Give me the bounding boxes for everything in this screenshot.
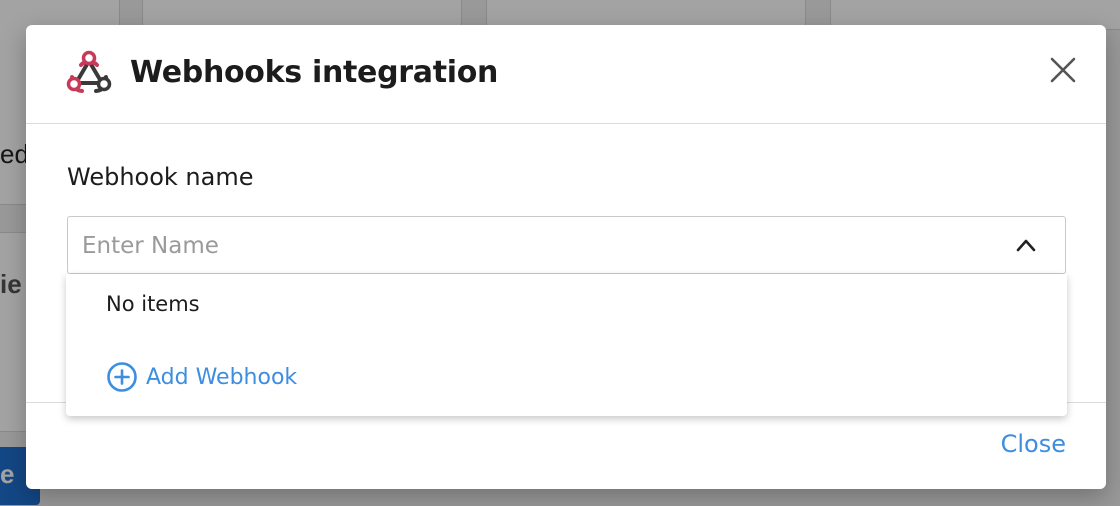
close-icon[interactable] xyxy=(1048,55,1078,85)
add-webhook-label: Add Webhook xyxy=(146,364,298,390)
close-button[interactable]: Close xyxy=(1001,430,1066,458)
webhook-dropdown-menu: No items Add Webhook xyxy=(66,274,1067,416)
empty-state-text: No items xyxy=(106,292,200,316)
webhook-name-input[interactable] xyxy=(82,227,962,265)
modal-title: Webhooks integration xyxy=(130,55,499,90)
modal-header: Webhooks integration xyxy=(26,25,1106,124)
plus-circle-icon xyxy=(107,362,137,392)
webhook-icon xyxy=(66,50,112,93)
add-webhook-button[interactable]: Add Webhook xyxy=(106,360,297,394)
webhook-name-select[interactable] xyxy=(67,216,1066,274)
chevron-up-icon[interactable] xyxy=(1015,237,1037,253)
webhooks-modal: Webhooks integration Webhook name No ite… xyxy=(26,25,1106,489)
webhook-name-label: Webhook name xyxy=(67,163,254,191)
